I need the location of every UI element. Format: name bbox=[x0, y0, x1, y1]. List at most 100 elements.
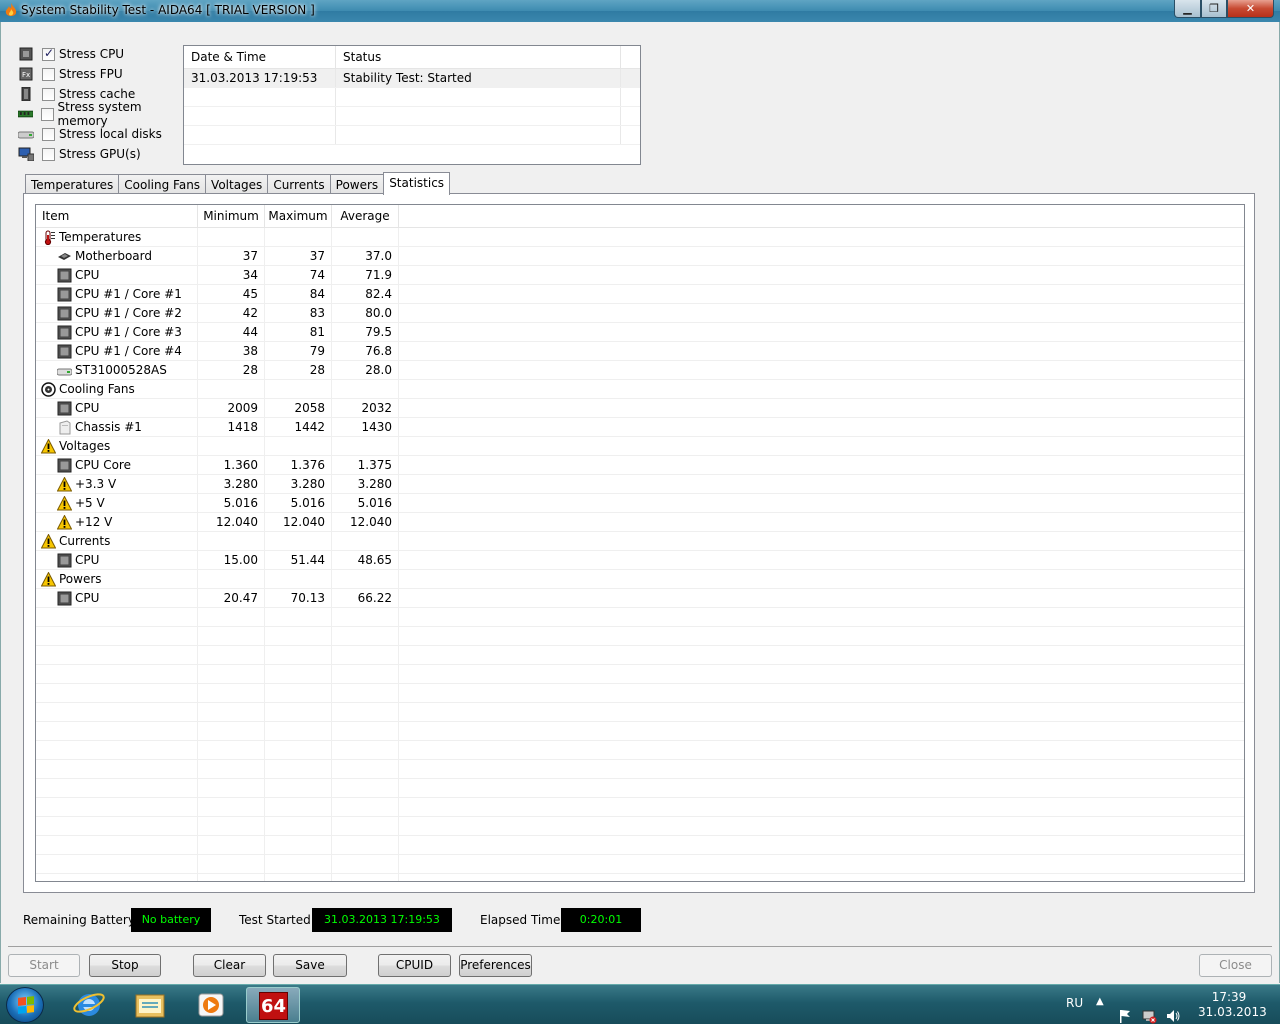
tab-cooling-fans[interactable]: Cooling Fans bbox=[118, 174, 206, 194]
table-row-empty bbox=[36, 798, 1244, 817]
log-table[interactable]: Date & Time Status 31.03.2013 17:19:53 S… bbox=[183, 45, 641, 165]
table-group-row[interactable]: Voltages bbox=[36, 437, 1244, 456]
row-minimum: 37 bbox=[242, 249, 258, 263]
stress-cache-checkbox[interactable] bbox=[42, 87, 55, 101]
row-average: 1430 bbox=[361, 420, 392, 434]
table-row-empty bbox=[36, 646, 1244, 665]
show-hidden-icons-icon[interactable]: ▲ bbox=[1096, 996, 1104, 1024]
taskbar-aida64[interactable]: 64 bbox=[246, 987, 300, 1023]
row-average: 76.8 bbox=[365, 344, 392, 358]
start-button-orb[interactable] bbox=[6, 987, 44, 1023]
minimize-button[interactable]: ▁ bbox=[1174, 0, 1201, 18]
table-row-empty bbox=[36, 779, 1244, 798]
header-minimum[interactable]: Minimum bbox=[198, 205, 265, 228]
statistics-header: Item Minimum Maximum Average bbox=[36, 205, 1244, 228]
tab-powers[interactable]: Powers bbox=[329, 174, 384, 194]
row-maximum: 83 bbox=[309, 306, 325, 320]
row-average: 3.280 bbox=[357, 477, 392, 491]
row-minimum: 20.47 bbox=[223, 591, 258, 605]
tab-temperatures[interactable]: Temperatures bbox=[25, 174, 119, 194]
volume-icon[interactable] bbox=[1165, 996, 1181, 1024]
maximize-button[interactable]: ❐ bbox=[1201, 0, 1227, 18]
taskbar-explorer[interactable] bbox=[123, 987, 177, 1023]
row-maximum: 1.376 bbox=[290, 458, 325, 472]
tab-currents[interactable]: Currents bbox=[267, 174, 330, 194]
row-average: 80.0 bbox=[365, 306, 392, 320]
cpuid-button[interactable]: CPUID bbox=[378, 954, 451, 977]
stress-gpu-checkbox[interactable] bbox=[42, 147, 55, 161]
stress-memory-option[interactable]: Stress system memory bbox=[18, 100, 188, 128]
header-maximum[interactable]: Maximum bbox=[265, 205, 332, 228]
table-row[interactable]: Motherboard 37 37 37.0 bbox=[36, 247, 1244, 266]
row-average: 1.375 bbox=[357, 458, 392, 472]
taskbar-media-player[interactable] bbox=[184, 987, 238, 1023]
sensor-tabs: Temperatures Cooling Fans Voltages Curre… bbox=[25, 172, 451, 195]
table-row[interactable]: CPU #1 / Core #1 45 84 82.4 bbox=[36, 285, 1244, 304]
table-row[interactable]: +5 V 5.016 5.016 5.016 bbox=[36, 494, 1244, 513]
row-item-label: CPU #1 / Core #3 bbox=[75, 325, 182, 339]
language-indicator[interactable]: RU bbox=[1066, 996, 1083, 1024]
fpu-chip-icon: Fx bbox=[19, 67, 33, 81]
tab-statistics[interactable]: Statistics bbox=[383, 172, 451, 195]
internet-explorer-icon bbox=[73, 993, 105, 1016]
tab-voltages[interactable]: Voltages bbox=[205, 174, 268, 194]
log-row[interactable]: 31.03.2013 17:19:53 Stability Test: Star… bbox=[184, 69, 640, 88]
table-row[interactable]: CPU 34 74 71.9 bbox=[36, 266, 1244, 285]
aida64-icon: 64 bbox=[259, 992, 288, 1020]
test-started-label: Test Started: bbox=[239, 913, 315, 927]
row-maximum: 70.13 bbox=[290, 591, 325, 605]
table-row[interactable]: CPU 15.00 51.44 48.65 bbox=[36, 551, 1244, 570]
action-center-flag-icon[interactable] bbox=[1118, 996, 1132, 1024]
stress-disks-option[interactable]: Stress local disks bbox=[18, 124, 188, 144]
table-group-row[interactable]: Cooling Fans bbox=[36, 380, 1244, 399]
battery-label: Remaining Battery: bbox=[23, 913, 139, 927]
table-row[interactable]: CPU #1 / Core #3 44 81 79.5 bbox=[36, 323, 1244, 342]
clock[interactable]: 17:39 31.03.2013 bbox=[1198, 990, 1267, 1024]
table-group-row[interactable]: Currents bbox=[36, 532, 1244, 551]
table-group-row[interactable]: Powers bbox=[36, 570, 1244, 589]
stress-fpu-option[interactable]: Fx Stress FPU bbox=[18, 64, 188, 84]
row-maximum: 37 bbox=[309, 249, 325, 263]
stress-cpu-option[interactable]: Stress CPU bbox=[18, 44, 188, 64]
table-row-empty bbox=[36, 855, 1244, 874]
row-maximum: 79 bbox=[309, 344, 325, 358]
folder-icon bbox=[135, 994, 165, 1018]
row-minimum: 1418 bbox=[227, 420, 258, 434]
stress-memory-checkbox[interactable] bbox=[41, 107, 54, 121]
log-row-empty bbox=[184, 88, 640, 107]
table-row[interactable]: CPU #1 / Core #2 42 83 80.0 bbox=[36, 304, 1244, 323]
table-group-row[interactable]: Temperatures bbox=[36, 228, 1244, 247]
row-minimum: 38 bbox=[242, 344, 258, 358]
table-row-empty bbox=[36, 665, 1244, 684]
clock-date: 31.03.2013 bbox=[1198, 1005, 1267, 1019]
table-row[interactable]: CPU #1 / Core #4 38 79 76.8 bbox=[36, 342, 1244, 361]
network-icon[interactable] bbox=[1141, 996, 1157, 1024]
stress-fpu-checkbox[interactable] bbox=[42, 67, 55, 81]
log-header-status[interactable]: Status bbox=[336, 46, 621, 69]
table-row[interactable]: +3.3 V 3.280 3.280 3.280 bbox=[36, 475, 1244, 494]
preferences-button[interactable]: Preferences bbox=[459, 954, 532, 977]
taskbar-internet-explorer[interactable] bbox=[62, 987, 116, 1023]
table-row[interactable]: ST31000528AS 28 28 28.0 bbox=[36, 361, 1244, 380]
save-button[interactable]: Save bbox=[273, 954, 347, 977]
clear-button[interactable]: Clear bbox=[193, 954, 266, 977]
table-row[interactable]: CPU 20.47 70.13 66.22 bbox=[36, 589, 1244, 608]
header-item[interactable]: Item bbox=[36, 205, 198, 228]
row-maximum: 2058 bbox=[294, 401, 325, 415]
table-row[interactable]: CPU Core 1.360 1.376 1.375 bbox=[36, 456, 1244, 475]
table-row[interactable]: +12 V 12.040 12.040 12.040 bbox=[36, 513, 1244, 532]
start-button[interactable]: Start bbox=[8, 954, 80, 977]
header-average[interactable]: Average bbox=[332, 205, 399, 228]
table-row[interactable]: Chassis #1 1418 1442 1430 bbox=[36, 418, 1244, 437]
stress-cpu-checkbox[interactable] bbox=[42, 46, 55, 61]
close-button[interactable]: Close bbox=[1199, 954, 1272, 977]
stress-gpu-option[interactable]: Stress GPU(s) bbox=[18, 144, 188, 164]
stress-disks-checkbox[interactable] bbox=[42, 127, 55, 141]
monitor-icon bbox=[18, 147, 34, 161]
statistics-table[interactable]: Item Minimum Maximum Average Temperature… bbox=[35, 204, 1245, 882]
stop-button[interactable]: Stop bbox=[89, 954, 161, 977]
close-window-button[interactable]: ✕ bbox=[1227, 0, 1274, 18]
log-header-datetime[interactable]: Date & Time bbox=[184, 46, 336, 69]
table-row[interactable]: CPU 2009 2058 2032 bbox=[36, 399, 1244, 418]
column-divider bbox=[197, 228, 198, 881]
